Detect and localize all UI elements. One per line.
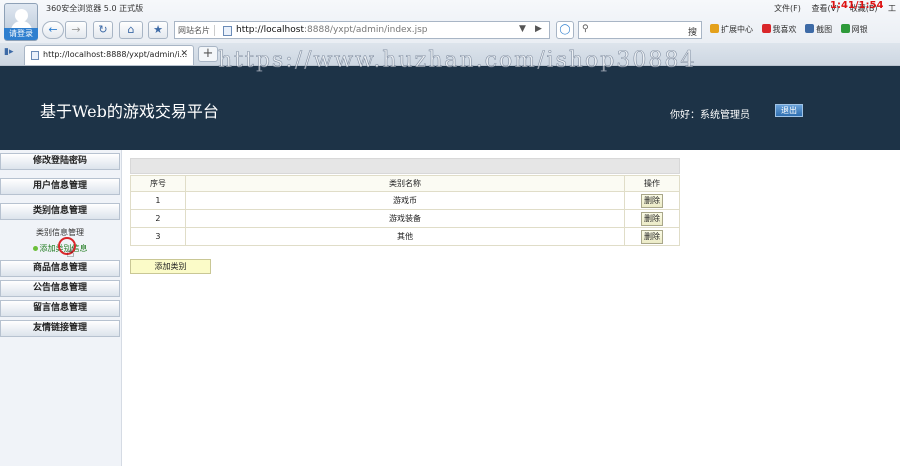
bank-icon xyxy=(840,24,850,33)
menu-file[interactable]: 文件(F) xyxy=(774,4,801,13)
login-button[interactable]: 请登录 xyxy=(4,28,38,40)
browser-title: 360安全浏览器 5.0 正式版 xyxy=(46,4,144,13)
search-button[interactable]: 搜 xyxy=(688,25,697,38)
video-timer: 1:41/1:54 xyxy=(830,0,884,11)
menu-user-management[interactable]: 用户信息管理 xyxy=(0,178,120,195)
go-arrow-icon[interactable]: ▶ xyxy=(535,24,542,34)
menu-notice-management[interactable]: 公告信息管理 xyxy=(0,280,120,297)
content-title-bar xyxy=(130,158,680,174)
page-icon xyxy=(223,26,232,36)
table-row: 3 其他 删除 xyxy=(130,227,680,246)
refresh-button[interactable]: ↻ xyxy=(93,21,113,39)
refresh-icon: ↻ xyxy=(98,23,108,36)
browser-chrome: 请登录 360安全浏览器 5.0 正式版 文件(F) 查看(V) 收藏(B) 工… xyxy=(0,0,900,66)
toolbar-netbank[interactable]: 网银 xyxy=(840,24,868,34)
home-button[interactable]: ⌂ xyxy=(119,21,143,39)
tab-active[interactable]: http://localhost:8888/yxpt/admin/i... ✕ xyxy=(24,45,194,65)
shield-icon: ◯ xyxy=(559,24,571,35)
table-row: 1 游戏币 删除 xyxy=(130,191,680,210)
cell-action: 删除 xyxy=(624,209,680,228)
close-icon[interactable]: ✕ xyxy=(180,49,188,59)
cell-action: 删除 xyxy=(624,191,680,210)
sidebar-toggle-icon[interactable]: ▮▸ xyxy=(4,47,13,57)
submenu-category-manage[interactable]: 类别信息管理 xyxy=(0,226,120,240)
back-button[interactable]: ← xyxy=(42,21,64,39)
toolbar-extensions[interactable]: 扩展中心 xyxy=(710,24,753,34)
menu-category-management[interactable]: 类别信息管理 xyxy=(0,203,120,220)
logout-button[interactable]: 退出 xyxy=(775,104,803,117)
cell-index: 1 xyxy=(130,191,186,210)
star-icon: ★ xyxy=(153,23,163,36)
header-action: 操作 xyxy=(624,175,680,192)
menu-link-management[interactable]: 友情链接管理 xyxy=(0,320,120,337)
extension-icon xyxy=(710,24,719,33)
tab-page-icon xyxy=(31,51,39,60)
category-table: 序号 类别名称 操作 1 游戏币 删除 2 游戏装备 删除 3 其他 删除 xyxy=(130,175,680,246)
site-header: 基于Web的游戏交易平台 你好：系统管理员 退出 xyxy=(0,66,900,150)
url-text[interactable]: http://localhost:8888/yxpt/admin/index.j… xyxy=(236,25,428,35)
hand-cursor-icon: ☝ xyxy=(66,245,75,261)
site-title: 基于Web的游戏交易平台 xyxy=(40,102,219,121)
admin-sidebar: 修改登陆密码 用户信息管理 类别信息管理 类别信息管理 添加类别信息 商品信息管… xyxy=(0,150,122,466)
new-tab-button[interactable]: + xyxy=(198,46,218,62)
search-input[interactable]: ⚲ 搜 xyxy=(578,21,702,39)
heart-icon xyxy=(761,24,771,33)
user-greeting: 你好：系统管理员 xyxy=(670,110,750,121)
menu-product-management[interactable]: 商品信息管理 xyxy=(0,260,120,277)
scissors-icon xyxy=(805,24,815,33)
url-path: :8888/yxpt/admin/index.jsp xyxy=(303,25,428,35)
cell-name: 游戏币 xyxy=(184,191,626,210)
toolbar-screenshot[interactable]: 截图 xyxy=(805,24,832,34)
header-index: 序号 xyxy=(130,175,186,192)
header-name: 类别名称 xyxy=(184,175,626,192)
toolbar-like[interactable]: 我喜欢 xyxy=(761,24,797,34)
delete-button[interactable]: 删除 xyxy=(641,229,664,244)
cell-action: 删除 xyxy=(624,227,680,246)
menu-message-management[interactable]: 留言信息管理 xyxy=(0,300,120,317)
search-icon: ⚲ xyxy=(582,24,589,34)
url-host: http://localhost xyxy=(236,25,304,35)
add-category-button[interactable]: 添加类别 xyxy=(130,259,211,274)
site-card-label[interactable]: 网站名片 xyxy=(178,25,215,36)
bullet-icon xyxy=(32,246,38,251)
address-bar[interactable]: 网站名片 http://localhost:8888/yxpt/admin/in… xyxy=(174,21,550,39)
tab-title: http://localhost:8888/yxpt/admin/i... xyxy=(43,50,188,59)
table-row: 2 游戏装备 删除 xyxy=(130,209,680,228)
forward-arrow-icon: → xyxy=(71,23,81,36)
home-icon: ⌂ xyxy=(127,23,135,36)
cell-index: 2 xyxy=(130,209,186,228)
menu-change-password[interactable]: 修改登陆密码 xyxy=(0,153,120,170)
menu-tools[interactable]: 工 xyxy=(888,4,896,13)
cell-name: 游戏装备 xyxy=(184,209,626,228)
tab-bar: ▮▸ http://localhost:8888/yxpt/admin/i...… xyxy=(0,43,900,65)
favorite-button[interactable]: ★ xyxy=(148,21,168,39)
dropdown-arrow-icon[interactable]: ▼ xyxy=(519,24,526,34)
forward-button[interactable]: → xyxy=(65,21,87,39)
browser-toolbar: 扩展中心 我喜欢 截图 网银 xyxy=(710,24,874,35)
delete-button[interactable]: 删除 xyxy=(641,193,664,208)
table-header-row: 序号 类别名称 操作 xyxy=(130,175,680,192)
delete-button[interactable]: 删除 xyxy=(641,211,664,226)
cell-index: 3 xyxy=(130,227,186,246)
cell-name: 其他 xyxy=(184,227,626,246)
back-arrow-icon: ← xyxy=(48,23,58,36)
plus-icon: + xyxy=(202,46,214,61)
security-shield-button[interactable]: ◯ xyxy=(556,21,574,39)
